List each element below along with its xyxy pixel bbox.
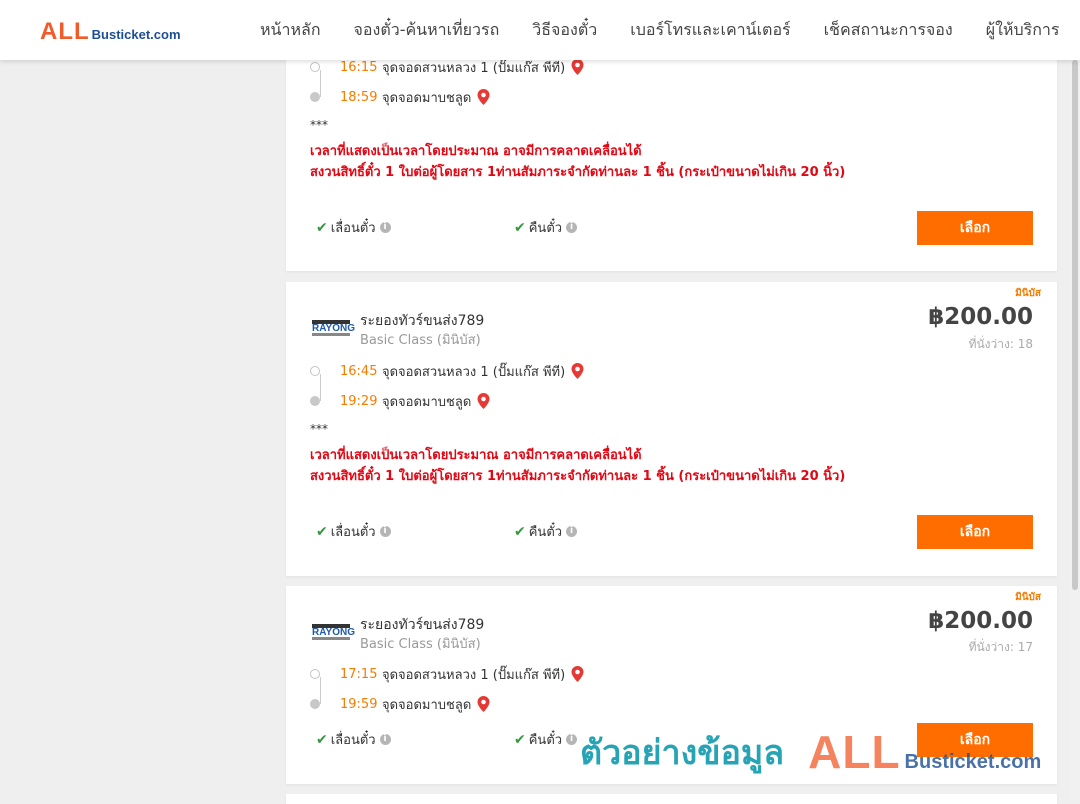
departure-stop: 16:45 จุดจอดสวนหลวง 1 (ปั๊มแก๊ส พีที) — [310, 361, 584, 381]
arrival-time: 18:59 — [340, 89, 378, 105]
top-header: ALL Busticket.com หน้าหลัก จองตั๋ว-ค้นหา… — [0, 0, 1080, 60]
map-pin-icon[interactable] — [477, 393, 490, 409]
reschedule-policy[interactable]: ✔ เลื่อนตั๋ว i — [316, 521, 391, 542]
ticket-price: ฿200.00 — [928, 304, 1033, 330]
trip-card: 16:15 จุดจอดสวนหลวง 1 (ปั๊มแก๊ส พีที) 18… — [286, 40, 1057, 271]
nav-home[interactable]: หน้าหลัก — [260, 18, 321, 43]
refund-policy[interactable]: ✔ คืนตั๋ว i — [514, 729, 578, 750]
bus-class: Basic Class (มินิบัส) — [360, 333, 481, 348]
reschedule-label: เลื่อนตั๋ว — [330, 525, 376, 540]
info-icon[interactable]: i — [379, 734, 391, 745]
trip-card: มินิบัส RAYONG ระยองทัวร์ขนส่ง789 Basic … — [286, 282, 1057, 576]
bus-class: Basic Class (มินิบัส) — [360, 637, 481, 652]
trip-card-next — [286, 794, 1057, 804]
check-icon: ✔ — [514, 219, 526, 236]
reschedule-label: เลื่อนตั๋ว — [330, 221, 376, 236]
logo-busticket-text: Busticket.com — [91, 27, 181, 42]
refund-label: คืนตั๋ว — [528, 733, 563, 748]
trip-card: มินิบัส RAYONG ระยองทัวร์ขนส่ง789 Basic … — [286, 586, 1057, 784]
time-notice: เวลาที่แสดงเป็นเวลาโดยประมาณ อาจมีการคลา… — [310, 448, 642, 463]
map-pin-icon[interactable] — [571, 59, 584, 75]
departure-time: 16:45 — [340, 363, 378, 379]
refund-label: คืนตั๋ว — [528, 525, 563, 540]
select-trip-button[interactable]: เลือก — [917, 723, 1033, 757]
seats-available: ที่นั่งว่าง: 18 — [968, 337, 1033, 351]
vehicle-type-badge: มินิบัส — [1015, 288, 1041, 299]
nav-how-to-book[interactable]: วิธีจองตั๋ว — [532, 18, 597, 43]
refund-label: คืนตั๋ว — [528, 221, 563, 236]
refund-policy[interactable]: ✔ คืนตั๋ว i — [514, 217, 578, 238]
select-trip-button[interactable]: เลือก — [917, 515, 1033, 549]
operator-logo: RAYONG — [312, 320, 355, 336]
scrollbar[interactable] — [1070, 0, 1080, 800]
select-trip-button[interactable]: เลือก — [917, 211, 1033, 245]
seats-available: ที่นั่งว่าง: 17 — [968, 640, 1033, 654]
departure-time: 17:15 — [340, 666, 378, 682]
refund-policy[interactable]: ✔ คืนตั๋ว i — [514, 521, 578, 542]
info-icon[interactable]: i — [566, 526, 578, 537]
luggage-notice: สงวนสิทธิ์ตั๋ว 1 ใบต่อผู้โดยสาร 1ท่านสัม… — [310, 469, 846, 484]
scrollbar-thumb[interactable] — [1072, 60, 1078, 590]
departure-time: 16:15 — [340, 59, 378, 75]
ticket-price: ฿200.00 — [928, 608, 1033, 634]
map-pin-icon[interactable] — [477, 89, 490, 105]
vehicle-type-badge: มินิบัส — [1015, 592, 1041, 603]
check-icon: ✔ — [316, 731, 328, 748]
arrival-place: จุดจอดมาบชลูด — [382, 697, 472, 713]
check-icon: ✔ — [316, 219, 328, 236]
arrival-stop: 19:29 จุดจอดมาบชลูด — [310, 391, 490, 411]
note-stars: *** — [310, 422, 328, 436]
arrival-place: จุดจอดมาบชลูด — [382, 90, 472, 106]
nav-booking-search[interactable]: จองตั๋ว-ค้นหาเที่ยวรถ — [354, 18, 500, 43]
note-stars: *** — [310, 118, 328, 132]
info-icon[interactable]: i — [566, 222, 578, 233]
site-logo[interactable]: ALL Busticket.com — [40, 18, 181, 46]
main-nav: หน้าหลัก จองตั๋ว-ค้นหาเที่ยวรถ วิธีจองตั… — [260, 0, 1080, 60]
check-icon: ✔ — [514, 523, 526, 540]
check-icon: ✔ — [514, 731, 526, 748]
luggage-notice: สงวนสิทธิ์ตั๋ว 1 ใบต่อผู้โดยสาร 1ท่านสัม… — [310, 165, 846, 180]
nav-operators[interactable]: ผู้ให้บริการ — [986, 18, 1060, 43]
arrival-place: จุดจอดมาบชลูด — [382, 394, 472, 410]
departure-dot-icon — [310, 669, 320, 679]
arrival-dot-icon — [310, 396, 320, 406]
operator-logo: RAYONG — [312, 624, 355, 640]
arrival-time: 19:59 — [340, 696, 378, 712]
time-notice: เวลาที่แสดงเป็นเวลาโดยประมาณ อาจมีการคลา… — [310, 144, 642, 159]
nav-phone-counters[interactable]: เบอร์โทรและเคาน์เตอร์ — [630, 18, 790, 43]
map-pin-icon[interactable] — [477, 696, 490, 712]
arrival-time: 19:29 — [340, 393, 378, 409]
departure-stop: 16:15 จุดจอดสวนหลวง 1 (ปั๊มแก๊ส พีที) — [310, 57, 584, 77]
arrival-stop: 18:59 จุดจอดมาบชลูด — [310, 87, 490, 107]
reschedule-policy[interactable]: ✔ เลื่อนตั๋ว i — [316, 729, 391, 750]
check-icon: ✔ — [316, 523, 328, 540]
departure-stop: 17:15 จุดจอดสวนหลวง 1 (ปั๊มแก๊ส พีที) — [310, 664, 584, 684]
info-icon[interactable]: i — [379, 526, 391, 537]
nav-check-booking[interactable]: เช็คสถานะการจอง — [824, 18, 953, 43]
map-pin-icon[interactable] — [571, 666, 584, 682]
map-pin-icon[interactable] — [571, 363, 584, 379]
departure-dot-icon — [310, 366, 320, 376]
departure-place: จุดจอดสวนหลวง 1 (ปั๊มแก๊ส พีที) — [382, 364, 566, 380]
reschedule-label: เลื่อนตั๋ว — [330, 733, 376, 748]
arrival-stop: 19:59 จุดจอดมาบชลูด — [310, 694, 490, 714]
arrival-dot-icon — [310, 699, 320, 709]
info-icon[interactable]: i — [379, 222, 391, 233]
departure-place: จุดจอดสวนหลวง 1 (ปั๊มแก๊ส พีที) — [382, 667, 566, 683]
departure-dot-icon — [310, 62, 320, 72]
logo-all-text: ALL — [40, 18, 90, 45]
info-icon[interactable]: i — [566, 734, 578, 745]
reschedule-policy[interactable]: ✔ เลื่อนตั๋ว i — [316, 217, 391, 238]
arrival-dot-icon — [310, 92, 320, 102]
